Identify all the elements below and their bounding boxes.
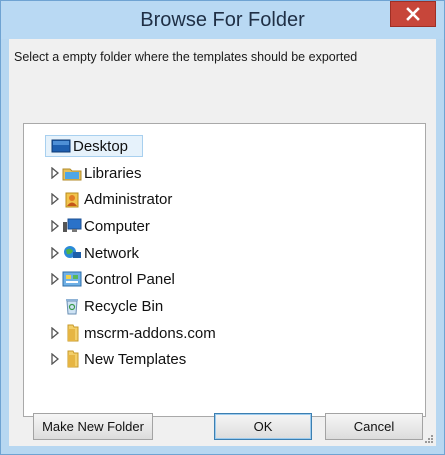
resize-grip-icon[interactable] [424, 434, 434, 444]
control-panel-icon [62, 271, 82, 287]
tree-item-label: New Templates [84, 351, 187, 368]
tree-item-label: Computer [84, 218, 150, 235]
tree-item-label: Control Panel [84, 271, 175, 288]
tree-item-label: Network [84, 245, 140, 262]
close-icon [406, 7, 420, 21]
dialog-body: Select a empty folder where the template… [9, 39, 436, 446]
tree-item-label: mscrm-addons.com [84, 325, 216, 342]
network-icon [64, 246, 81, 258]
user-folder-icon [65, 192, 79, 208]
expand-arrow-icon[interactable] [50, 327, 60, 339]
ok-button[interactable]: OK [214, 413, 312, 440]
tree-item-label: Administrator [84, 191, 173, 208]
instruction-text: Select a empty folder where the template… [14, 50, 358, 64]
tree-item-network[interactable]: Network [24, 242, 424, 266]
expand-arrow-icon[interactable] [50, 220, 60, 232]
tree-item-libraries[interactable]: Libraries [24, 162, 424, 186]
title-bar[interactable]: Browse For Folder [1, 1, 444, 39]
cancel-button[interactable]: Cancel [325, 413, 423, 440]
tree-item-desktop[interactable]: Desktop [24, 135, 424, 159]
folder-icon [67, 350, 79, 368]
tree-item-label: Recycle Bin [84, 298, 164, 315]
libraries-icon [62, 168, 82, 181]
tree-item-label: Libraries [84, 165, 142, 182]
make-new-folder-button[interactable]: Make New Folder [33, 413, 153, 440]
expand-arrow-icon[interactable] [50, 247, 60, 259]
expand-arrow-icon[interactable] [50, 273, 60, 285]
tree-item-label: Desktop [73, 138, 129, 155]
desktop-icon [51, 139, 71, 153]
tree-item-administrator[interactable]: Administrator [24, 188, 424, 212]
tree-item-computer[interactable]: Computer [24, 215, 424, 239]
recycle-bin-icon [66, 299, 78, 315]
tree-item-recycle-bin[interactable]: Recycle Bin [24, 295, 424, 319]
close-button[interactable] [390, 1, 436, 27]
tree-item-control-panel[interactable]: Control Panel [24, 268, 424, 292]
expand-arrow-icon[interactable] [50, 193, 60, 205]
computer-icon [63, 218, 82, 232]
folder-icon [67, 324, 79, 342]
expand-arrow-icon[interactable] [50, 167, 60, 179]
browse-for-folder-dialog: Browse For Folder Select a empty folder … [0, 0, 445, 455]
tree-item-mscrm-addons[interactable]: mscrm-addons.com [24, 322, 424, 346]
expand-arrow-icon[interactable] [50, 353, 60, 365]
folder-tree[interactable]: Desktop Libraries Administrator Computer… [23, 123, 426, 417]
tree-item-new-templates[interactable]: New Templates [24, 348, 424, 372]
dialog-title: Browse For Folder [140, 9, 305, 31]
